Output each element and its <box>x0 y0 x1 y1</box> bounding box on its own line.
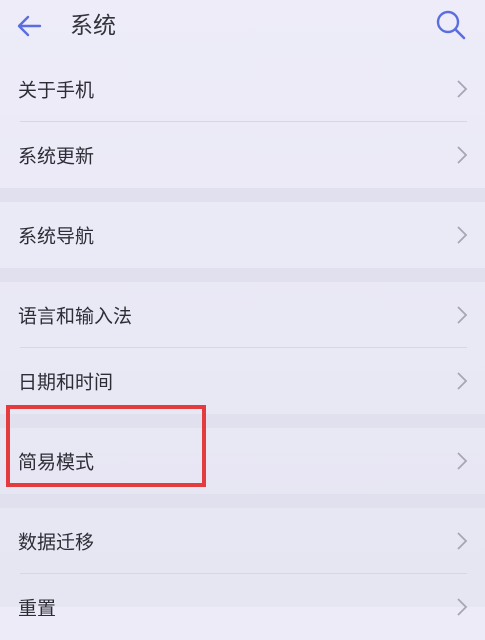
chevron-right-icon <box>457 306 468 324</box>
chevron-right-icon <box>457 532 468 550</box>
group-divider <box>0 414 485 428</box>
settings-item-language-input[interactable]: 语言和输入法 <box>0 282 485 348</box>
arrow-left-icon[interactable] <box>14 10 46 42</box>
search-icon[interactable] <box>434 8 468 42</box>
page-title: 系统 <box>70 13 116 39</box>
settings-item-date-time[interactable]: 日期和时间 <box>0 348 485 414</box>
settings-item-reset[interactable]: 重置 <box>0 574 485 640</box>
top-bar: 系统 <box>0 0 485 56</box>
settings-item-label: 简易模式 <box>18 451 95 474</box>
settings-item-label: 重置 <box>18 597 57 620</box>
chevron-right-icon <box>457 80 468 98</box>
settings-item-simple-mode[interactable]: 简易模式 <box>0 428 485 494</box>
group-divider <box>0 268 485 282</box>
settings-item-system-navigation[interactable]: 系统导航 <box>0 202 485 268</box>
settings-list: 关于手机 系统更新 系统导航 语言和输入法 日期和时间 简易模式 数据迁移 重置 <box>0 56 485 640</box>
settings-item-label: 系统导航 <box>18 225 95 248</box>
settings-item-label: 日期和时间 <box>18 371 114 394</box>
chevron-right-icon <box>457 372 468 390</box>
chevron-right-icon <box>457 226 468 244</box>
settings-item-about-phone[interactable]: 关于手机 <box>0 56 485 122</box>
settings-item-label: 系统更新 <box>18 145 95 168</box>
chevron-right-icon <box>457 452 468 470</box>
settings-system-screen: 系统 关于手机 系统更新 系统导航 语言和输入法 日期和时间 简易模式 数据迁移… <box>0 0 485 620</box>
settings-item-data-migration[interactable]: 数据迁移 <box>0 508 485 574</box>
chevron-right-icon <box>457 146 468 164</box>
settings-item-label: 语言和输入法 <box>18 305 133 328</box>
settings-item-system-update[interactable]: 系统更新 <box>0 122 485 188</box>
settings-item-label: 数据迁移 <box>18 531 95 554</box>
group-divider <box>0 494 485 508</box>
group-divider <box>0 188 485 202</box>
chevron-right-icon <box>457 598 468 616</box>
settings-item-label: 关于手机 <box>18 79 95 102</box>
